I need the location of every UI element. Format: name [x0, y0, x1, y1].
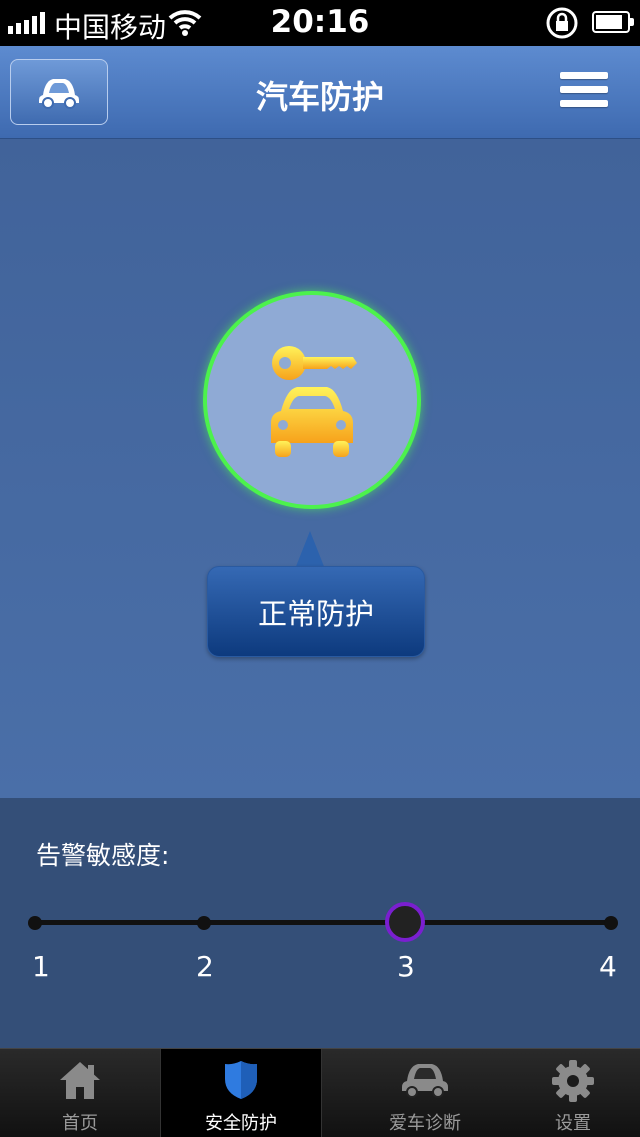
menu-button[interactable]: [560, 72, 608, 112]
protection-status-button[interactable]: [203, 291, 421, 509]
level-label-1: 1: [32, 950, 50, 983]
tab-home[interactable]: 首页: [0, 1049, 160, 1137]
gear-icon: [552, 1060, 594, 1102]
tab-security-label: 安全防护: [205, 1113, 277, 1134]
sensitivity-label: 告警敏感度:: [36, 841, 170, 870]
protection-status-label: 正常防护: [207, 566, 425, 657]
level-label-3: 3: [397, 950, 415, 983]
protection-area: 正常防护: [0, 139, 640, 798]
shield-icon: [225, 1061, 257, 1099]
tab-diagnosis[interactable]: 爱车诊断: [345, 1049, 505, 1137]
home-icon: [60, 1062, 100, 1099]
slider-stop-1[interactable]: [28, 916, 42, 930]
bubble-pointer: [295, 531, 325, 569]
battery-icon: [592, 11, 634, 33]
level-label-4: 4: [599, 950, 617, 983]
tab-settings[interactable]: 设置: [493, 1049, 640, 1137]
tab-diagnosis-label: 爱车诊断: [389, 1113, 461, 1134]
slider-stop-4[interactable]: [604, 916, 618, 930]
level-label-2: 2: [196, 950, 214, 983]
car-icon: [402, 1064, 448, 1098]
sensitivity-panel: 告警敏感度: 1 2 3 4: [0, 798, 640, 1048]
sensitivity-slider-track[interactable]: [35, 920, 611, 925]
tab-settings-label: 设置: [555, 1113, 591, 1134]
page-title: 汽车防护: [255, 78, 384, 116]
menu-icon: [560, 72, 608, 79]
key-car-icon: [271, 346, 357, 457]
tab-security[interactable]: 安全防护: [160, 1049, 322, 1137]
slider-stop-2[interactable]: [197, 916, 211, 930]
tab-home-label: 首页: [62, 1113, 98, 1134]
clock: 20:16: [270, 4, 370, 40]
rotation-lock-icon: [546, 7, 578, 39]
status-bar: 中国移动 20:16: [0, 0, 640, 46]
tab-bar: 首页 安全防护 爱车诊断 设置: [0, 1048, 640, 1137]
sensitivity-slider-knob[interactable]: [385, 902, 425, 942]
nav-bar: 汽车防护: [0, 46, 640, 139]
